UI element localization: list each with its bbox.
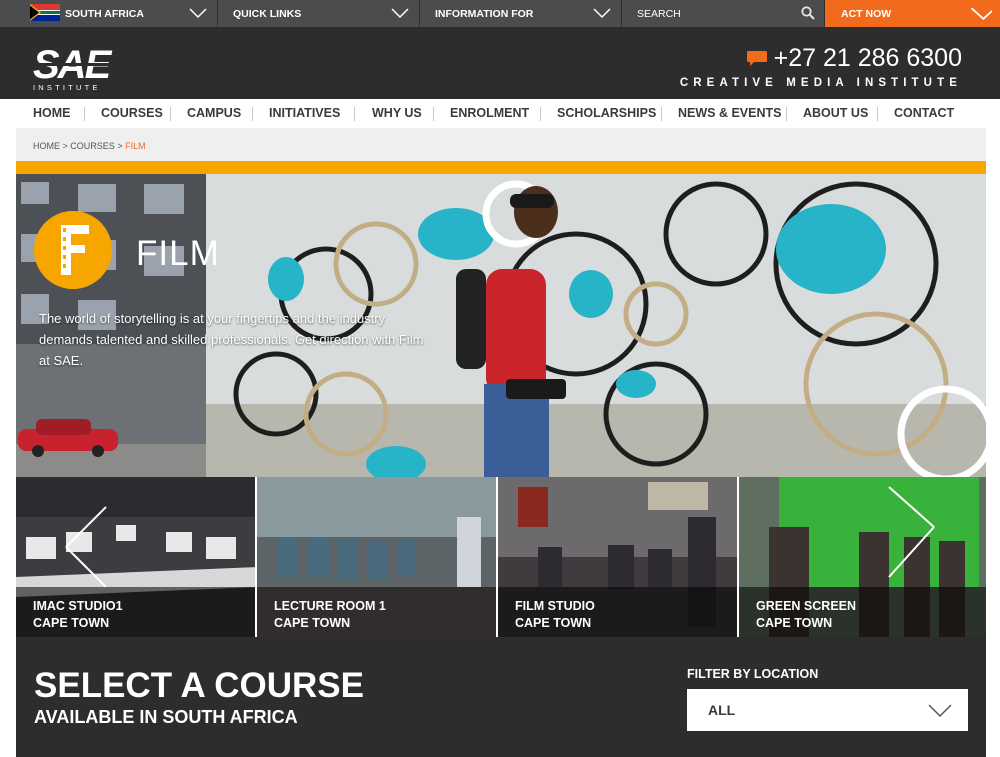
quick-links-dropdown[interactable]: QUICK LINKS bbox=[218, 0, 420, 27]
main-navigation: HOME COURSES CAMPUS INITIATIVES WHY US E… bbox=[0, 99, 1000, 128]
tile-caption: IMAC STUDIO1 CAPE TOWN bbox=[33, 599, 123, 630]
south-africa-flag-icon bbox=[30, 4, 60, 21]
breadcrumb-current: FILM bbox=[125, 141, 146, 151]
breadcrumb: HOME > COURSES > FILM bbox=[16, 128, 986, 161]
nav-separator bbox=[877, 107, 878, 121]
film-badge-icon bbox=[34, 211, 112, 289]
country-label: SOUTH AFRICA bbox=[65, 7, 144, 20]
nav-separator bbox=[84, 107, 85, 121]
act-now-label: ACT NOW bbox=[841, 7, 892, 20]
nav-separator bbox=[252, 107, 253, 121]
hero-description: The world of storytelling is at your fin… bbox=[39, 311, 424, 368]
phone-number[interactable]: +27 21 286 6300 bbox=[746, 44, 962, 73]
page-title: FILM bbox=[136, 234, 220, 273]
chevron-down-icon bbox=[928, 704, 952, 718]
nav-separator bbox=[354, 107, 355, 121]
filter-label: FILTER BY LOCATION bbox=[687, 667, 819, 681]
gallery-tile-film-studio[interactable]: FILM STUDIO CAPE TOWN bbox=[498, 477, 739, 637]
nav-separator bbox=[540, 107, 541, 121]
gallery-tile-imac-studio[interactable]: IMAC STUDIO1 CAPE TOWN bbox=[16, 477, 257, 637]
tile-caption: GREEN SCREEN CAPE TOWN bbox=[756, 599, 857, 630]
country-selector[interactable]: SOUTH AFRICA bbox=[0, 0, 218, 27]
act-now-button[interactable]: ACT NOW bbox=[825, 0, 1000, 27]
top-utility-bar: SOUTH AFRICA QUICK LINKS INFORMATION FOR… bbox=[0, 0, 1000, 27]
chat-bubble-icon bbox=[746, 51, 767, 66]
accent-bar bbox=[16, 161, 986, 174]
location-filter-select[interactable]: ALL bbox=[687, 689, 968, 731]
nav-item-campus[interactable]: CAMPUS bbox=[187, 106, 241, 120]
gallery-tile-lecture-room[interactable]: LECTURE ROOM 1 CAPE TOWN bbox=[257, 477, 498, 637]
breadcrumb-home[interactable]: HOME bbox=[33, 141, 60, 151]
facility-gallery: IMAC STUDIO1 CAPE TOWN LECTURE ROOM 1 CAPE… bbox=[16, 477, 986, 637]
nav-item-enrolment[interactable]: ENROLMENT bbox=[450, 106, 529, 120]
nav-item-why-us[interactable]: WHY US bbox=[372, 106, 422, 120]
nav-separator bbox=[661, 107, 662, 121]
tagline: CREATIVE MEDIA INSTITUTE bbox=[679, 77, 962, 89]
chevron-down-icon bbox=[391, 8, 409, 19]
nav-separator bbox=[170, 107, 171, 121]
nav-item-scholarships[interactable]: SCHOLARSHIPS bbox=[557, 106, 656, 120]
nav-item-about-us[interactable]: ABOUT US bbox=[803, 106, 868, 120]
breadcrumb-courses[interactable]: COURSES bbox=[70, 141, 115, 151]
select-course-section: SELECT A COURSE AVAILABLE IN SOUTH AFRIC… bbox=[16, 637, 986, 757]
search-icon[interactable] bbox=[801, 6, 815, 20]
tile-caption: FILM STUDIO CAPE TOWN bbox=[515, 599, 595, 630]
site-header: SAE INSTITUTE +27 21 286 6300 CREATIVE M… bbox=[0, 27, 1000, 99]
section-subtitle: AVAILABLE IN SOUTH AFRICA bbox=[34, 707, 298, 727]
chevron-down-icon bbox=[189, 8, 207, 19]
nav-item-contact[interactable]: CONTACT bbox=[894, 106, 954, 120]
nav-separator bbox=[786, 107, 787, 121]
nav-item-courses[interactable]: COURSES bbox=[101, 106, 163, 120]
nav-item-home[interactable]: HOME bbox=[33, 106, 71, 120]
nav-separator bbox=[433, 107, 434, 121]
tile-caption: LECTURE ROOM 1 CAPE TOWN bbox=[274, 599, 386, 630]
gallery-tile-green-screen[interactable]: GREEN SCREEN CAPE TOWN bbox=[739, 477, 986, 637]
information-for-label: INFORMATION FOR bbox=[435, 7, 534, 20]
nav-item-initiatives[interactable]: INITIATIVES bbox=[269, 106, 340, 120]
section-title: SELECT A COURSE bbox=[34, 666, 364, 705]
search-input[interactable]: SEARCH bbox=[622, 0, 825, 27]
hero-banner: FILM The world of storytelling is at you… bbox=[16, 174, 986, 477]
quick-links-label: QUICK LINKS bbox=[233, 7, 302, 20]
filter-selected-value: ALL bbox=[708, 702, 736, 718]
chevron-down-icon bbox=[593, 8, 611, 19]
nav-item-news-events[interactable]: NEWS & EVENTS bbox=[678, 106, 782, 120]
chevron-down-icon bbox=[970, 7, 992, 20]
breadcrumb-separator: > bbox=[117, 141, 123, 151]
phone-text: +27 21 286 6300 bbox=[773, 44, 962, 72]
information-for-dropdown[interactable]: INFORMATION FOR bbox=[420, 0, 622, 27]
search-placeholder: SEARCH bbox=[637, 7, 681, 20]
breadcrumb-separator: > bbox=[62, 141, 68, 151]
logo-subtitle: INSTITUTE bbox=[33, 83, 101, 92]
